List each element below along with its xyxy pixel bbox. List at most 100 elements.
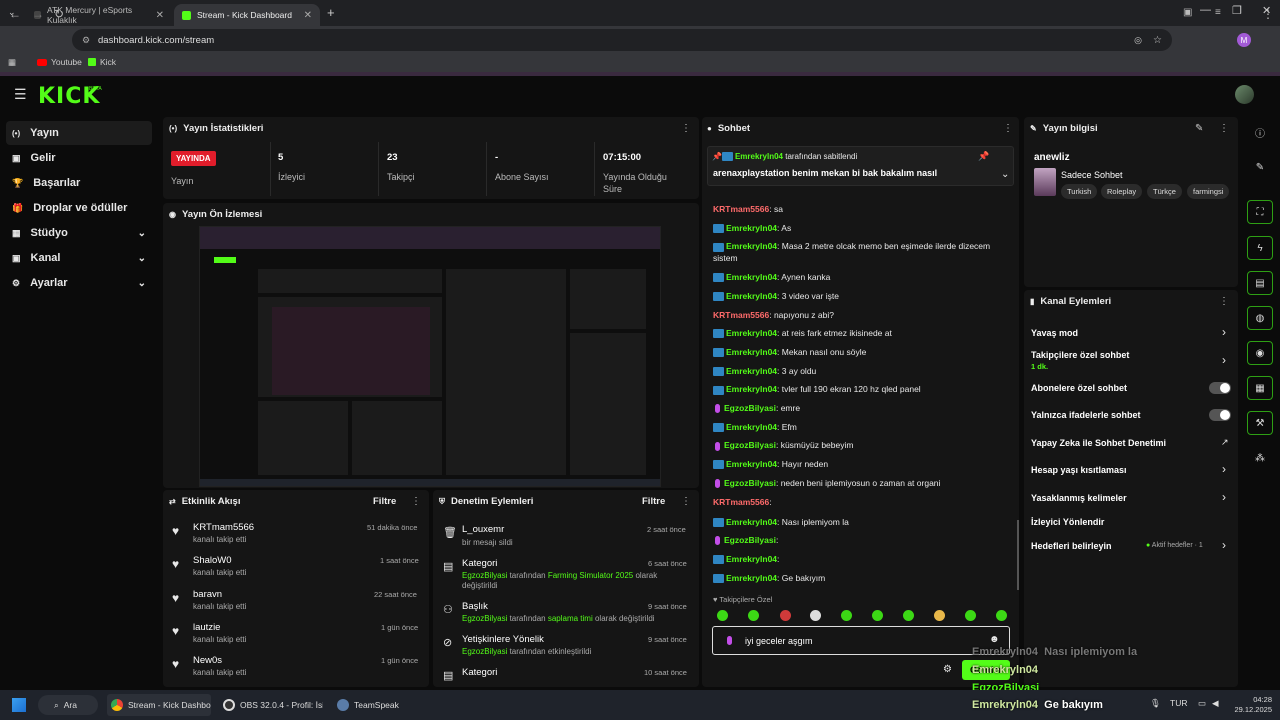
close-tab-icon[interactable]: ✕ bbox=[156, 10, 164, 21]
stats-menu-icon[interactable]: ⋮ bbox=[681, 123, 691, 134]
age-restrict-row[interactable]: Hesap yaşı kısıtlaması bbox=[1031, 465, 1231, 475]
address-bar[interactable]: ⚙ dashboard.kick.com/stream ◎ ☆ bbox=[72, 29, 1172, 51]
tag[interactable]: Roleplay bbox=[1101, 184, 1143, 199]
note-icon[interactable]: ▤ bbox=[1247, 271, 1273, 295]
ai-mod-row[interactable]: Yapay Zeka ile Sohbet Denetimi bbox=[1031, 438, 1231, 448]
activity-filter-button[interactable]: Filtre bbox=[373, 496, 396, 507]
emote-1[interactable] bbox=[717, 610, 728, 621]
maximize-icon[interactable]: ❐ bbox=[1232, 4, 1242, 17]
unpin-icon[interactable]: 📌 bbox=[978, 151, 989, 162]
chat-settings-icon[interactable]: ⚙ bbox=[943, 664, 952, 675]
minimize-icon[interactable]: — bbox=[1200, 4, 1211, 16]
mod-actor[interactable]: EgzozBilyasi bbox=[462, 614, 507, 623]
follower-chat-row[interactable]: Takipçilere özel sohbet bbox=[1031, 350, 1231, 360]
chat-scrollbar[interactable] bbox=[1017, 520, 1019, 590]
chat-username[interactable]: Emrekryln04 bbox=[726, 517, 777, 527]
emote-3[interactable] bbox=[780, 610, 791, 621]
broadcast-icon[interactable]: ◉ bbox=[1247, 341, 1273, 365]
tag[interactable]: farmingsi bbox=[1187, 184, 1229, 199]
profile-avatar[interactable]: M bbox=[1237, 33, 1251, 47]
chat-username[interactable]: Emrekryln04 bbox=[726, 241, 777, 251]
sidebar-item-droplar[interactable]: 🎁 Droplar ve ödüller bbox=[6, 196, 152, 220]
activity-name[interactable]: ShaloW0 bbox=[193, 555, 232, 566]
close-tab-icon[interactable]: ✕ bbox=[304, 10, 312, 21]
tray-clock[interactable]: 04:28 29.12.2025 bbox=[1228, 695, 1272, 715]
emote-chat-row[interactable]: Yalnızca ifadelerle sohbet bbox=[1031, 410, 1231, 420]
activity-name[interactable]: New0s bbox=[193, 655, 222, 666]
media-icon[interactable]: ≡ bbox=[1215, 7, 1221, 18]
stream-preview-video[interactable] bbox=[199, 226, 661, 487]
chat-username[interactable]: Emrekryln04 bbox=[726, 328, 777, 338]
sidebar-item-basarilar[interactable]: 🏆 Başarılar bbox=[6, 171, 152, 195]
chat-username[interactable]: KRTmam5566 bbox=[713, 310, 769, 320]
chat-input[interactable]: iyi geceler aşgım ☻ bbox=[712, 626, 1010, 655]
activity-name[interactable]: KRTmam5566 bbox=[193, 522, 254, 533]
chat-username[interactable]: EgzozBilyasi bbox=[724, 478, 776, 488]
hamburger-icon[interactable]: ☰ bbox=[14, 86, 27, 103]
emote-8[interactable] bbox=[934, 610, 945, 621]
layout-icon[interactable]: ▦ bbox=[1247, 376, 1273, 400]
tag[interactable]: Turkish bbox=[1061, 184, 1098, 199]
channel-actions-menu-icon[interactable]: ⋮ bbox=[1219, 296, 1229, 307]
stream-info-menu-icon[interactable]: ⋮ bbox=[1219, 123, 1229, 134]
hide-icon[interactable]: ◎ bbox=[1134, 35, 1142, 46]
tray-mic-icon[interactable]: 🎙 bbox=[1150, 698, 1161, 709]
mod-actor[interactable]: EgzozBilyasi bbox=[462, 571, 507, 580]
forward-icon[interactable]: → bbox=[32, 7, 44, 21]
taskbar-search[interactable]: ⌕ Ara bbox=[38, 695, 98, 715]
tray-language[interactable]: TUR bbox=[1170, 698, 1187, 708]
chat-username[interactable]: EgzozBilyasi bbox=[724, 403, 776, 413]
taskbar-app-obs[interactable]: OBS 32.0.4 - Profil: İsim bbox=[219, 694, 323, 716]
chat-username[interactable]: EgzozBilyasi bbox=[724, 440, 776, 450]
chat-username[interactable]: EgzozBilyasi bbox=[724, 535, 776, 545]
pinned-message[interactable]: 📌 Emrekryln04 tarafından sabitlendi arena… bbox=[707, 146, 1014, 186]
taskbar-app-teamspeak[interactable]: TeamSpeak bbox=[333, 694, 413, 716]
activity-name[interactable]: baravn bbox=[193, 589, 222, 600]
pen-icon[interactable]: ✎ bbox=[1247, 155, 1273, 179]
reload-icon[interactable]: ↻ bbox=[54, 7, 64, 21]
sidebar-item-kanal[interactable]: ▣ Kanal ⌄ bbox=[6, 246, 152, 270]
emote-5[interactable] bbox=[841, 610, 852, 621]
site-info-icon[interactable]: ⚙ bbox=[82, 35, 90, 46]
share-icon[interactable]: ⁂ bbox=[1247, 446, 1273, 470]
emote-chat-toggle[interactable] bbox=[1209, 409, 1231, 421]
bolt-icon[interactable]: ϟ bbox=[1247, 236, 1273, 260]
chat-username[interactable]: Emrekryln04 bbox=[726, 347, 777, 357]
user-avatar[interactable] bbox=[1235, 85, 1254, 104]
sub-chat-toggle[interactable] bbox=[1209, 382, 1231, 394]
tray-volume-icon[interactable]: ◀ bbox=[1212, 698, 1219, 709]
emote-2[interactable] bbox=[748, 610, 759, 621]
mod-actor[interactable]: EgzozBilyasi bbox=[462, 647, 507, 656]
info-icon[interactable]: ⓘ bbox=[1247, 120, 1273, 144]
menu-icon[interactable]: ⋮ bbox=[1262, 7, 1274, 21]
emote-7[interactable] bbox=[903, 610, 914, 621]
windows-start-icon[interactable] bbox=[12, 698, 26, 712]
chat-username[interactable]: Emrekryln04 bbox=[726, 384, 777, 394]
chat-username[interactable]: Emrekryln04 bbox=[726, 272, 777, 282]
chat-bubble-icon[interactable]: ◍ bbox=[1247, 306, 1273, 330]
moderation-menu-icon[interactable]: ⋮ bbox=[681, 496, 691, 507]
emote-10[interactable] bbox=[996, 610, 1007, 621]
taskbar-app-chrome[interactable]: Stream - Kick Dashboard bbox=[107, 694, 211, 716]
chat-username[interactable]: Emrekryln04 bbox=[726, 422, 777, 432]
tag[interactable]: Türkçe bbox=[1147, 184, 1182, 199]
chat-menu-icon[interactable]: ⋮ bbox=[1003, 123, 1013, 134]
emote-4[interactable] bbox=[810, 610, 821, 621]
sidebar-item-yayin[interactable]: (•) Yayın bbox=[6, 121, 152, 145]
chat-username[interactable]: Emrekryln04 bbox=[726, 366, 777, 376]
back-icon[interactable]: ← bbox=[9, 7, 21, 21]
sub-chat-row[interactable]: Abonelere özel sohbet bbox=[1031, 383, 1231, 393]
emote-9[interactable] bbox=[965, 610, 976, 621]
moderation-filter-button[interactable]: Filtre bbox=[642, 496, 665, 507]
chat-username[interactable]: Emrekryln04 bbox=[726, 554, 777, 564]
viewer-redirect-row[interactable]: İzleyici Yönlendir bbox=[1031, 517, 1231, 527]
bookmark-star-icon[interactable]: ☆ bbox=[1153, 35, 1162, 46]
emoji-icon[interactable]: ☻ bbox=[989, 634, 1000, 645]
chat-username[interactable]: KRTmam5566 bbox=[713, 497, 769, 507]
sidebar-item-studyo[interactable]: ▦ Stüdyo ⌄ bbox=[6, 221, 152, 245]
chevron-down-icon[interactable]: ⌄ bbox=[1001, 169, 1009, 180]
browser-tab-kick[interactable]: Stream - Kick Dashboard ✕ bbox=[174, 4, 320, 26]
wrench-icon[interactable]: ⚒ bbox=[1247, 411, 1273, 435]
edit-icon[interactable]: ✎ bbox=[1195, 123, 1203, 134]
activity-menu-icon[interactable]: ⋮ bbox=[411, 496, 421, 507]
